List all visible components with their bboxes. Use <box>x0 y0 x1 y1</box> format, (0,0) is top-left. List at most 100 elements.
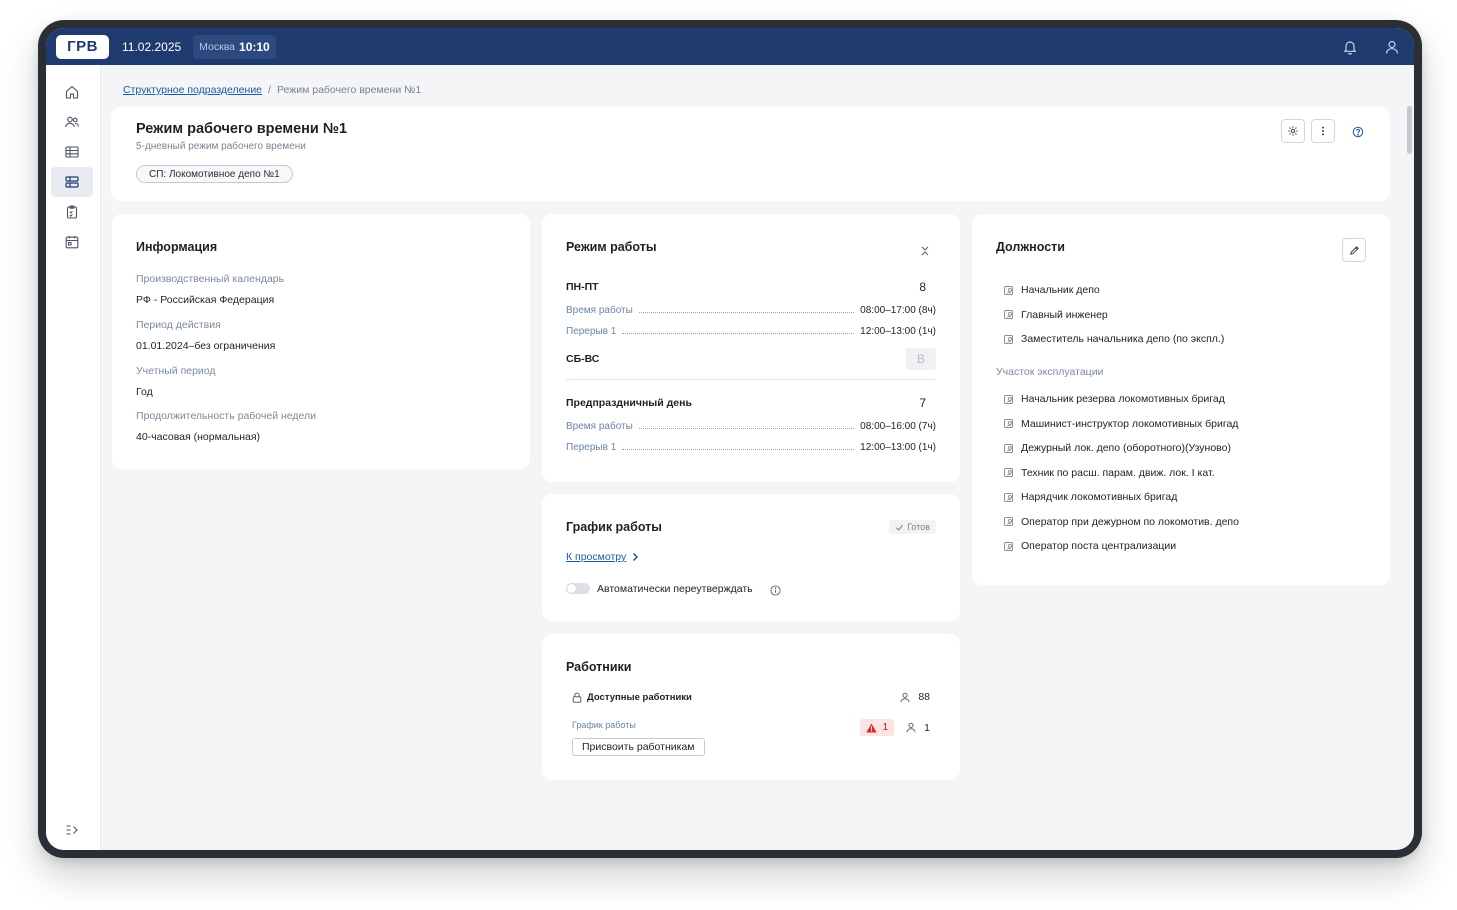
chevron-right-icon <box>633 553 639 561</box>
available-count-value: 88 <box>918 691 930 703</box>
app-screen: ГРВ 11.02.2025 Москва 10:10 Структурное … <box>46 28 1414 850</box>
user-icon[interactable] <box>1384 39 1400 55</box>
workers-card: Работники Доступные работники 88 График … <box>542 634 960 780</box>
preholiday-work-row: Время работы 08:00–16:00 (7ч) <box>566 421 936 432</box>
scrollbar[interactable] <box>1407 106 1412 154</box>
auto-reapprove-toggle[interactable] <box>566 583 590 594</box>
table-icon[interactable] <box>51 137 93 167</box>
top-bar: ГРВ 11.02.2025 Москва 10:10 <box>46 28 1414 65</box>
dotted-leader <box>622 333 855 334</box>
weekday-break-label: Перерыв 1 <box>566 326 617 337</box>
workers-schedule-label: График работы <box>572 720 636 730</box>
position-name: Заместитель начальника депо (по экспл.) <box>1021 333 1225 345</box>
preholiday-break-row: Перерыв 1 12:00–13:00 (1ч) <box>566 442 936 453</box>
edit-positions-button[interactable] <box>1342 238 1366 262</box>
header-card: Режим рабочего времени №1 5-дневный режи… <box>111 107 1390 201</box>
workers-title: Работники <box>566 660 632 674</box>
position-item[interactable]: Главный инженер <box>1004 309 1108 321</box>
position-item[interactable]: Машинист-инструктор локомотивных бригад <box>1004 418 1238 430</box>
weekend-mark: В <box>906 348 936 370</box>
weekday-break-row: Перерыв 1 12:00–13:00 (1ч) <box>566 326 936 337</box>
position-name: Нарядчик локомотивных бригад <box>1021 491 1178 503</box>
weekday-name: ПН-ПТ <box>566 281 599 293</box>
position-item[interactable]: Заместитель начальника депо (по экспл.) <box>1004 333 1224 345</box>
position-name: Машинист-инструктор локомотивных бригад <box>1021 417 1239 430</box>
alert-badge[interactable]: 1 <box>859 719 895 736</box>
clipboard-icon[interactable] <box>51 197 93 227</box>
device-frame: ГРВ 11.02.2025 Москва 10:10 Структурное … <box>38 20 1422 858</box>
divider <box>566 379 936 380</box>
dotted-leader <box>638 428 855 429</box>
preholiday-name: Предпраздничный день <box>566 397 692 409</box>
collapse-icon[interactable] <box>920 244 930 262</box>
position-item[interactable]: Оператор поста централизации <box>1004 540 1176 552</box>
assigned-row: 1 1 <box>859 719 930 736</box>
weekday-group: ПН-ПТ 8 <box>566 280 936 294</box>
weekday-work-row: Время работы 08:00–17:00 (8ч) <box>566 305 936 316</box>
week-duration-label: Продолжительность рабочей недели <box>136 410 317 422</box>
assign-workers-button[interactable]: Присвоить работникам <box>572 738 705 756</box>
dotted-leader <box>638 312 855 313</box>
users-icon[interactable] <box>51 107 93 137</box>
sidebar <box>46 65 101 850</box>
position-name: Начальник депо <box>1021 284 1100 296</box>
department-chip[interactable]: СП: Локомотивное депо №1 <box>136 165 293 183</box>
calendar-label: Производственный календарь <box>136 273 285 285</box>
bell-icon[interactable] <box>1342 39 1358 55</box>
settings-button[interactable] <box>1281 119 1305 143</box>
expand-sidebar-icon[interactable] <box>51 815 93 845</box>
positions-card: Должности Начальник депо Главный инженер З… <box>972 214 1390 585</box>
preholiday-break-value: 12:00–13:00 (1ч) <box>860 442 936 453</box>
period-value: 01.01.2024–без ограничения <box>136 340 276 352</box>
position-item[interactable]: Начальник резерва локомотивных бригад <box>1004 393 1225 405</box>
app-logo[interactable]: ГРВ <box>56 34 109 59</box>
status-badge: Готов <box>889 520 936 534</box>
warning-icon <box>866 722 877 733</box>
position-item[interactable]: Нарядчик локомотивных бригад <box>1004 491 1177 503</box>
person-badge-icon <box>1004 394 1013 404</box>
pencil-icon <box>1349 245 1359 255</box>
position-item[interactable]: Оператор при дежурном по локомотив. депо <box>1004 516 1239 528</box>
assigned-count: 1 <box>906 722 930 734</box>
status-text: Готов <box>907 522 930 532</box>
gear-icon <box>1288 126 1298 136</box>
available-workers-label-wrap: Доступные работники <box>572 692 692 703</box>
view-schedule-link[interactable]: К просмотру <box>566 551 639 563</box>
person-badge-icon <box>1004 334 1013 344</box>
person-icon <box>906 722 916 733</box>
person-badge-icon <box>1004 517 1013 526</box>
more-button[interactable] <box>1311 119 1335 143</box>
schedule-icon[interactable] <box>51 167 93 197</box>
help-icon[interactable] <box>1352 125 1364 143</box>
position-item[interactable]: Дежурный лок. депо (оборотного)(Узуново) <box>1004 442 1231 454</box>
person-badge-icon <box>1004 310 1013 319</box>
calendar-icon[interactable] <box>51 227 93 257</box>
weekend-name: СБ-ВС <box>566 353 600 365</box>
accounting-period-label: Учетный период <box>136 365 216 377</box>
preholiday-group: Предпраздничный день 7 <box>566 396 936 410</box>
weekday-work-value: 08:00–17:00 (8ч) <box>860 305 936 316</box>
info-icon[interactable] <box>770 583 781 601</box>
position-item[interactable]: Начальник депо <box>1004 284 1100 296</box>
clock-time: 10:10 <box>239 39 270 54</box>
position-name: Оператор поста централизации <box>1021 540 1177 552</box>
period-label: Период действия <box>136 319 221 331</box>
person-badge-icon <box>1004 541 1013 551</box>
person-icon <box>900 692 910 702</box>
work-mode-card: Режим работы ПН-ПТ 8 Время работы 08:00–… <box>542 214 960 482</box>
position-name: Дежурный лок. депо (оборотного)(Узуново) <box>1021 442 1231 454</box>
weekday-break-value: 12:00–13:00 (1ч) <box>860 326 936 337</box>
breadcrumb: Структурное подразделение / Режим рабоче… <box>123 84 421 96</box>
position-item[interactable]: Техник по расш. парам. движ. лок. I кат. <box>1004 467 1215 479</box>
person-badge-icon <box>1004 468 1013 477</box>
breadcrumb-current: Режим рабочего времени №1 <box>276 84 422 96</box>
check-icon <box>896 524 904 531</box>
available-workers-label: Доступные работники <box>587 691 692 703</box>
calendar-value: РФ - Российская Федерация <box>136 294 275 306</box>
breadcrumb-parent-link[interactable]: Структурное подразделение <box>123 84 262 96</box>
page-subtitle: 5-дневный режим рабочего времени <box>136 141 306 152</box>
work-mode-title: Режим работы <box>566 240 657 254</box>
lock-icon <box>572 692 582 703</box>
home-icon[interactable] <box>51 77 93 107</box>
position-name: Оператор при дежурном по локомотив. депо <box>1021 515 1239 528</box>
